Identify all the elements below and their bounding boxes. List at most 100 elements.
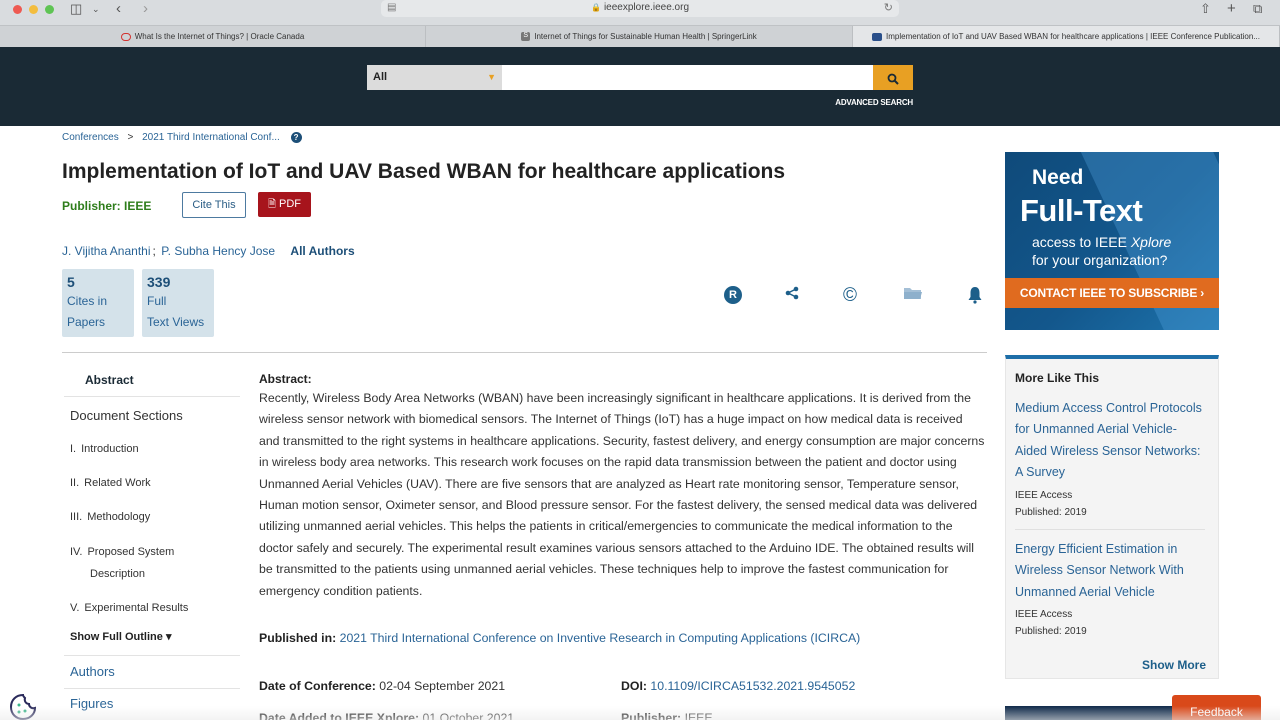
nav-section-introduction[interactable]: I. Introduction xyxy=(70,438,139,460)
new-tab-icon[interactable]: + xyxy=(1227,1,1236,17)
ad-headline: Need xyxy=(1032,166,1084,189)
share-page-icon[interactable]: ⇧ xyxy=(1200,1,1211,17)
related-article: Medium Access Control Protocols for Unma… xyxy=(1015,398,1205,521)
rights-permissions-button[interactable]: R xyxy=(724,286,744,306)
nav-divider xyxy=(64,688,240,689)
all-authors-link[interactable]: All Authors xyxy=(290,244,354,258)
published-in: Published in: 2021 Third International C… xyxy=(259,631,860,645)
related-article-link[interactable]: Medium Access Control Protocols for Unma… xyxy=(1015,398,1205,484)
author-list: J. Vijitha Ananthi; P. Subha Hency Jose … xyxy=(62,244,355,258)
nav-section-methodology[interactable]: III. Methodology xyxy=(70,506,150,528)
ad-body-brand: Xplore xyxy=(1130,234,1172,250)
subscribe-ad-banner[interactable]: Need Full-Text access to IEEE Xplore for… xyxy=(1005,152,1219,330)
back-icon[interactable]: ‹ xyxy=(116,1,121,17)
subscribe-cta-button[interactable]: CONTACT IEEE TO SUBSCRIBE › xyxy=(1005,278,1219,308)
nav-divider xyxy=(64,396,240,397)
doi-link[interactable]: 10.1109/ICIRCA51532.2021.9545052 xyxy=(650,679,855,693)
doi: DOI: 10.1109/ICIRCA51532.2021.9545052 xyxy=(621,679,855,693)
zoom-window-button[interactable] xyxy=(45,5,54,14)
search-input[interactable] xyxy=(502,65,873,90)
share-button[interactable] xyxy=(782,286,802,306)
advanced-search-link[interactable]: ADVANCED SEARCH xyxy=(800,98,913,107)
breadcrumb: Conferences > 2021 Third International C… xyxy=(62,132,308,143)
metric-label: Text Views xyxy=(147,315,205,329)
forward-icon[interactable]: › xyxy=(143,1,148,17)
reload-icon[interactable]: ↻ xyxy=(884,1,893,14)
folder-icon xyxy=(904,288,922,299)
date-added-value: 01 October 2021 xyxy=(422,711,515,720)
alerts-button[interactable] xyxy=(965,286,985,306)
document-sections-heading: Document Sections xyxy=(70,408,183,423)
copyright-icon: © xyxy=(843,285,857,306)
tab-oracle[interactable]: What Is the Internet of Things? | Oracle… xyxy=(0,26,426,47)
help-icon[interactable]: ? xyxy=(290,132,302,143)
tab-overview-icon[interactable]: ⧉ xyxy=(1253,1,1262,17)
nav-divider xyxy=(64,655,240,656)
cite-this-button[interactable]: Cite This xyxy=(182,192,246,218)
pdf-button[interactable]: 🗎 PDF xyxy=(258,192,311,217)
related-article-link[interactable]: Energy Efficient Estimation in Wireless … xyxy=(1015,539,1205,603)
section-number: IV. xyxy=(70,546,83,558)
springer-favicon-icon: S xyxy=(521,32,531,42)
nav-figures-link[interactable]: Figures xyxy=(70,696,113,711)
oracle-favicon-icon xyxy=(120,32,131,41)
sidebar-toggle-icon[interactable]: ◫ xyxy=(70,1,82,17)
ad-body: access to IEEE Xplore for your organizat… xyxy=(1032,233,1171,269)
related-article-date: Published: 2019 xyxy=(1015,626,1087,638)
published-in-link[interactable]: 2021 Third International Conference on I… xyxy=(340,631,861,645)
site-header: All ▼ ADVANCED SEARCH xyxy=(0,47,1280,126)
publisher-label: Publisher: IEEE xyxy=(62,199,152,213)
search-button[interactable] xyxy=(873,65,913,90)
section-label: Experimental Results xyxy=(84,602,189,614)
lock-icon: 🔒 xyxy=(590,3,601,12)
tab-bar: What Is the Internet of Things? | Oracle… xyxy=(0,25,1280,47)
tab-ieee[interactable]: Implementation of IoT and UAV Based WBAN… xyxy=(853,26,1280,47)
date-of-conference-value: 02-04 September 2021 xyxy=(379,679,506,693)
related-article-journal: IEEE Access xyxy=(1015,489,1073,501)
breadcrumb-separator: > xyxy=(127,132,134,144)
author-link[interactable]: J. Vijitha Ananthi xyxy=(62,244,151,258)
share-icon xyxy=(785,286,799,300)
section-label-continued: Description xyxy=(90,568,146,580)
section-number: I. xyxy=(70,443,77,455)
nav-authors-link[interactable]: Authors xyxy=(70,664,115,679)
breadcrumb-conference[interactable]: 2021 Third International Conf... xyxy=(142,132,280,143)
ad-headline-large: Full-Text xyxy=(1020,193,1143,228)
section-label: Introduction xyxy=(81,443,139,455)
cites-metric[interactable]: 5 Cites in Papers xyxy=(62,269,134,337)
address-bar[interactable]: ▤ 🔒 ieeexplore.ieee.org ↻ xyxy=(381,0,899,17)
nav-abstract[interactable]: Abstract xyxy=(85,373,134,387)
copyright-button[interactable]: © xyxy=(840,286,860,306)
section-number: V. xyxy=(70,602,80,614)
nav-section-related-work[interactable]: II. Related Work xyxy=(70,472,151,494)
nav-section-proposed-system[interactable]: IV. Proposed System Description xyxy=(70,541,174,585)
abstract-text: Recently, Wireless Body Area Networks (W… xyxy=(259,391,985,598)
date-added: Date Added to IEEE Xplore: 01 October 20… xyxy=(259,711,514,720)
ad-body-text: for your organization? xyxy=(1032,252,1168,268)
show-full-outline-button[interactable]: Show Full Outline ▾ xyxy=(70,630,171,643)
section-label: Proposed System xyxy=(87,546,175,558)
minimize-window-button[interactable] xyxy=(29,5,38,14)
chevron-down-icon[interactable]: ⌄ xyxy=(92,1,100,17)
date-of-conference: Date of Conference: 02-04 September 2021 xyxy=(259,679,505,693)
related-article: Energy Efficient Estimation in Wireless … xyxy=(1015,539,1205,640)
page-title: Implementation of IoT and UAV Based WBAN… xyxy=(62,160,786,183)
pdf-file-icon: 🗎 xyxy=(267,199,277,210)
browser-toolbar: ◫ ⌄ ‹ › ▤ 🔒 ieeexplore.ieee.org ↻ ⇧ + ⧉ xyxy=(0,0,1280,25)
metric-label: Full xyxy=(147,294,167,308)
cookie-preferences-icon[interactable] xyxy=(8,693,38,720)
author-link[interactable]: P. Subha Hency Jose xyxy=(161,244,275,258)
views-metric[interactable]: 339 Full Text Views xyxy=(142,269,214,337)
tab-springer[interactable]: S Internet of Things for Sustainable Huma… xyxy=(426,26,853,47)
nav-section-experimental-results[interactable]: V. Experimental Results xyxy=(70,597,188,619)
section-number: III. xyxy=(70,511,83,523)
publisher-meta-value: IEEE xyxy=(684,711,713,720)
feedback-button[interactable]: Feedback xyxy=(1172,695,1261,720)
show-more-link[interactable]: Show More xyxy=(1142,658,1206,672)
breadcrumb-conferences[interactable]: Conferences xyxy=(62,132,119,143)
author-separator: ; xyxy=(152,244,156,258)
save-to-project-button[interactable] xyxy=(902,286,924,306)
search-scope-select[interactable]: All ▼ xyxy=(367,65,502,90)
close-window-button[interactable] xyxy=(13,5,22,14)
metric-label: Papers xyxy=(67,315,106,329)
